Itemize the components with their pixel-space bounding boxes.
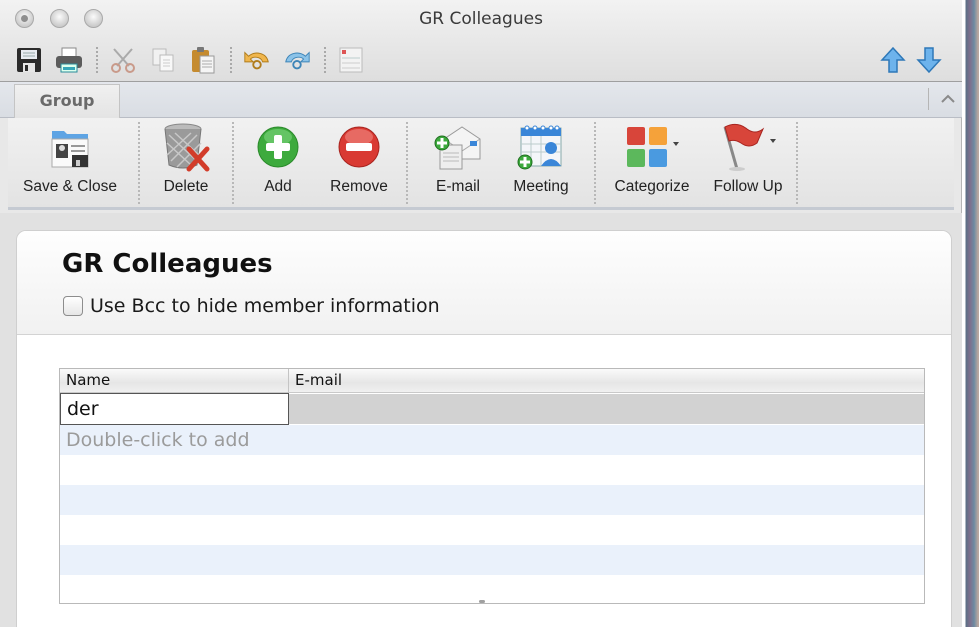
save-close-icon bbox=[48, 118, 92, 176]
form-icon[interactable] bbox=[336, 45, 366, 75]
window-title: GR Colleagues bbox=[419, 9, 543, 29]
column-header-email[interactable]: E-mail bbox=[289, 369, 924, 393]
content-area: GR Colleagues Use Bcc to hide member inf… bbox=[0, 213, 962, 627]
add-member-placeholder[interactable]: Double-click to add bbox=[60, 425, 250, 455]
column-header-name[interactable]: Name bbox=[60, 369, 289, 393]
redo-icon[interactable] bbox=[282, 45, 312, 75]
title-bar: GR Colleagues bbox=[0, 0, 962, 82]
collapse-ribbon-button[interactable] bbox=[936, 86, 960, 112]
chevron-up-icon bbox=[941, 94, 955, 103]
categorize-label: Categorize bbox=[614, 178, 690, 195]
table-row[interactable] bbox=[60, 455, 924, 485]
ribbon-separator bbox=[138, 122, 140, 204]
ribbon-separator bbox=[232, 122, 234, 204]
toolbar-separator bbox=[96, 47, 98, 73]
group-card: GR Colleagues Use Bcc to hide member inf… bbox=[16, 230, 952, 627]
dropdown-caret-icon bbox=[770, 139, 776, 143]
new-email-button[interactable]: E-mail bbox=[420, 118, 496, 204]
ribbon-separator bbox=[406, 122, 408, 204]
contact-group-window: GR Colleagues Group Save & Close Delete … bbox=[0, 0, 962, 627]
plus-circle-icon bbox=[256, 118, 300, 176]
bcc-checkbox[interactable] bbox=[63, 296, 83, 316]
delete-button[interactable]: Delete bbox=[148, 118, 224, 204]
remove-label: Remove bbox=[330, 178, 388, 195]
add-member-button[interactable]: Add bbox=[244, 118, 312, 204]
member-email-cell[interactable] bbox=[289, 394, 924, 424]
table-row[interactable] bbox=[60, 485, 924, 515]
divider bbox=[928, 88, 929, 110]
ribbon-separator bbox=[796, 122, 798, 204]
arrow-down-icon[interactable] bbox=[914, 45, 944, 75]
copy-icon[interactable] bbox=[148, 45, 178, 75]
save-close-button[interactable]: Save & Close bbox=[14, 118, 126, 204]
new-email-icon bbox=[432, 118, 484, 176]
delete-label: Delete bbox=[163, 178, 209, 195]
table-row-add[interactable]: Double-click to add bbox=[60, 425, 924, 455]
bcc-option[interactable]: Use Bcc to hide member information bbox=[63, 295, 440, 317]
splitter-handle[interactable] bbox=[479, 600, 485, 603]
email-label: E-mail bbox=[436, 178, 480, 195]
scissors-icon[interactable] bbox=[108, 45, 138, 75]
toolbar-separator bbox=[230, 47, 232, 73]
remove-member-button[interactable]: Remove bbox=[320, 118, 398, 204]
table-row[interactable] bbox=[60, 545, 924, 575]
new-meeting-icon bbox=[515, 118, 567, 176]
members-table: Name E-mail der Double-click to add bbox=[59, 368, 925, 604]
table-row[interactable] bbox=[60, 515, 924, 545]
new-meeting-button[interactable]: Meeting bbox=[502, 118, 580, 204]
categorize-button[interactable]: Categorize bbox=[604, 118, 700, 204]
meeting-label: Meeting bbox=[513, 178, 569, 195]
follow-up-label: Follow Up bbox=[713, 178, 783, 195]
categories-icon bbox=[621, 118, 683, 176]
desktop-background bbox=[962, 0, 979, 627]
ribbon: Save & Close Delete Add Remove E-mail Me… bbox=[8, 118, 954, 210]
toolbar-separator bbox=[324, 47, 326, 73]
ribbon-tab-bar: Group bbox=[0, 82, 962, 118]
follow-up-button[interactable]: Follow Up bbox=[704, 118, 792, 204]
arrow-up-icon[interactable] bbox=[878, 45, 908, 75]
bcc-label[interactable]: Use Bcc to hide member information bbox=[90, 295, 440, 317]
save-close-label: Save & Close bbox=[23, 178, 117, 195]
trash-icon bbox=[161, 118, 211, 176]
floppy-disk-icon[interactable] bbox=[14, 45, 44, 75]
undo-icon[interactable] bbox=[242, 45, 272, 75]
table-row[interactable] bbox=[60, 575, 924, 603]
ribbon-separator bbox=[594, 122, 596, 204]
flag-icon bbox=[717, 118, 779, 176]
dropdown-caret-icon bbox=[673, 142, 679, 146]
table-header: Name E-mail bbox=[60, 369, 924, 393]
member-name-input[interactable]: der bbox=[60, 393, 289, 425]
add-label: Add bbox=[264, 178, 292, 195]
group-header: GR Colleagues Use Bcc to hide member inf… bbox=[17, 231, 951, 335]
printer-icon[interactable] bbox=[54, 45, 84, 75]
tab-group[interactable]: Group bbox=[14, 84, 120, 118]
quick-access-toolbar bbox=[14, 44, 376, 76]
group-name-title[interactable]: GR Colleagues bbox=[62, 249, 273, 279]
clipboard-icon[interactable] bbox=[188, 45, 218, 75]
table-row-editing[interactable]: der bbox=[60, 393, 924, 425]
item-navigation bbox=[878, 44, 944, 76]
minus-circle-icon bbox=[337, 118, 381, 176]
